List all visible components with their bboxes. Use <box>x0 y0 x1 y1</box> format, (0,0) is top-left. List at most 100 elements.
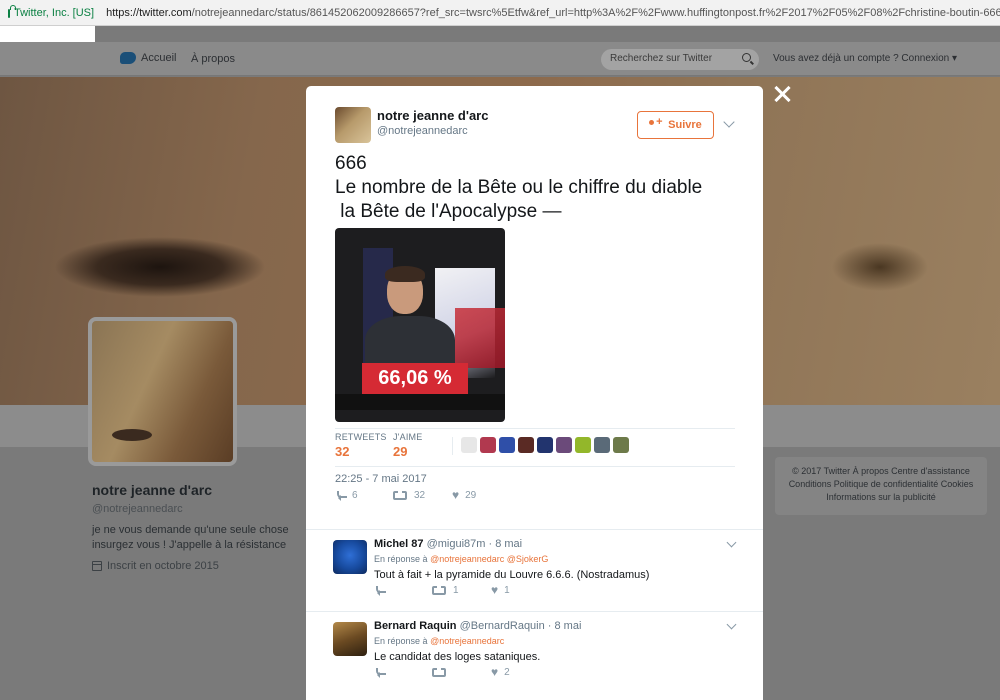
reply-author[interactable]: Bernard Raquin @BernardRaquin · 8 mai <box>374 620 581 632</box>
footer-line[interactable]: Informations sur la publicité <box>781 491 981 504</box>
search-icon[interactable] <box>742 53 751 62</box>
reply-menu-chevron-down-icon[interactable] <box>726 619 737 630</box>
profile-bio-line: insurgez vous ! J'appelle à la résistanc… <box>92 539 287 551</box>
reply-avatar[interactable] <box>333 622 367 656</box>
tweet-media-image[interactable]: 66,06 % <box>335 228 505 422</box>
liker-avatar[interactable] <box>480 437 496 453</box>
reply-tweet[interactable]: Bernard Raquin @BernardRaquin · 8 mai En… <box>306 611 763 700</box>
retweet-button[interactable]: 1 <box>432 585 459 596</box>
retweet-count: 1 <box>453 584 459 596</box>
reply-author-meta: @BernardRaquin · 8 mai <box>459 620 582 632</box>
stats-divider-top <box>335 428 735 429</box>
profile-avatar[interactable] <box>88 317 237 466</box>
liker-avatar[interactable] <box>537 437 553 453</box>
browser-strip <box>0 26 95 42</box>
profile-bio-line: je ne vous demande qu'une seule chose <box>92 524 289 536</box>
profile-bio: je ne vous demande qu'une seule chose in… <box>92 523 292 553</box>
like-count: 1 <box>504 584 510 596</box>
like-count: 29 <box>465 489 477 501</box>
reply-avatar[interactable] <box>333 540 367 574</box>
calendar-icon <box>92 561 102 571</box>
reply-button[interactable]: 6 <box>335 490 358 501</box>
heart-icon: ♥ <box>452 488 460 502</box>
tweet-author-name[interactable]: notre jeanne d'arc <box>377 108 488 123</box>
reply-context: En réponse à @notrejeannedarc <box>374 636 504 646</box>
reply-author-meta: @migui87m · 8 mai <box>426 538 523 550</box>
url-path: /notrejeannedarc/status/8614520620092866… <box>191 6 1000 19</box>
liker-avatar[interactable] <box>613 437 629 453</box>
reply-icon <box>335 491 347 501</box>
liker-avatar[interactable] <box>594 437 610 453</box>
tweet-author-handle[interactable]: @notrejeannedarc <box>377 125 468 137</box>
reply-text: Le candidat des loges sataniques. <box>374 651 541 663</box>
reply-button[interactable] <box>374 586 391 596</box>
reply-mentions[interactable]: @notrejeannedarc @SjokerG <box>430 554 548 564</box>
reply-author-name: Michel 87 <box>374 538 424 550</box>
like-button[interactable]: ♥ 29 <box>452 489 476 501</box>
reply-menu-chevron-down-icon[interactable] <box>726 537 737 548</box>
footer-line[interactable]: Conditions Politique de confidentialité … <box>781 478 981 491</box>
lock-icon <box>8 5 16 18</box>
like-count: 2 <box>504 666 510 678</box>
retweets-stat[interactable]: RETWEETS 32 <box>335 432 387 459</box>
heart-icon: ♥ <box>491 583 499 597</box>
reply-text: Tout à fait + la pyramide du Louvre 6.6.… <box>374 569 650 581</box>
footer-links: © 2017 Twitter À propos Centre d'assista… <box>775 457 987 515</box>
reply-author[interactable]: Michel 87 @migui87m · 8 mai <box>374 538 522 550</box>
liker-avatar[interactable] <box>461 437 477 453</box>
like-button[interactable]: ♥ 2 <box>491 666 510 678</box>
retweets-value: 32 <box>335 444 350 459</box>
liker-avatar[interactable] <box>518 437 534 453</box>
tweet-modal: notre jeanne d'arc @notrejeannedarc Suiv… <box>306 86 763 700</box>
twitter-bird-icon <box>120 52 136 64</box>
follow-person-icon <box>649 116 663 130</box>
retweet-icon <box>432 585 446 595</box>
search-input[interactable]: Recherchez sur Twitter <box>601 49 759 70</box>
tweet-menu-chevron-down-icon[interactable] <box>723 116 735 128</box>
liker-avatar[interactable] <box>556 437 572 453</box>
reply-author-name: Bernard Raquin <box>374 620 457 632</box>
login-link[interactable]: Vous avez déjà un compte ? Connexion ▾ <box>773 53 957 64</box>
likes-value: 29 <box>393 444 408 459</box>
media-percentage-badge: 66,06 % <box>362 363 468 394</box>
profile-joined-label: Inscrit en octobre 2015 <box>107 560 219 572</box>
liker-avatar[interactable] <box>499 437 515 453</box>
top-navigation: Accueil À propos Recherchez sur Twitter … <box>0 42 1000 76</box>
liker-avatar[interactable] <box>575 437 591 453</box>
likes-label: J'AIME <box>393 432 423 442</box>
tweet-date[interactable]: 22:25 - 7 mai 2017 <box>335 473 427 485</box>
reply-count: 6 <box>352 489 358 501</box>
tweet-author-avatar[interactable] <box>335 107 371 143</box>
profile-name[interactable]: notre jeanne d'arc <box>92 482 212 498</box>
close-icon[interactable] <box>772 84 792 104</box>
reply-prefix: En réponse à <box>374 554 428 564</box>
security-label: Twitter, Inc. [US] <box>14 6 95 19</box>
reply-prefix: En réponse à <box>374 636 428 646</box>
reply-button[interactable] <box>374 668 391 678</box>
tweet-text: 666 Le nombre de la Bête ou le chiffre d… <box>335 153 703 222</box>
follow-button-label: Suivre <box>668 119 702 131</box>
likes-stat[interactable]: J'AIME 29 <box>393 432 422 459</box>
retweet-button[interactable] <box>432 667 453 677</box>
reply-mentions[interactable]: @notrejeannedarc <box>430 636 504 646</box>
like-button[interactable]: ♥ 1 <box>491 584 510 596</box>
heart-icon: ♥ <box>491 665 499 679</box>
profile-joined: Inscrit en octobre 2015 <box>92 560 219 572</box>
retweet-icon <box>393 490 407 500</box>
follow-button[interactable]: Suivre <box>637 111 714 139</box>
nav-about-link[interactable]: À propos <box>191 53 235 65</box>
url-host: https://twitter.com <box>106 6 192 19</box>
browser-address-bar[interactable]: Twitter, Inc. [US] https://twitter.com/n… <box>0 0 1000 26</box>
nav-home-link[interactable]: Accueil <box>120 52 176 64</box>
stats-divider-bottom <box>335 466 735 467</box>
retweet-button[interactable]: 32 <box>393 490 425 501</box>
search-placeholder: Recherchez sur Twitter <box>610 53 713 64</box>
url-text[interactable]: https://twitter.com/notrejeannedarc/stat… <box>106 7 1000 19</box>
media-person-hair <box>385 266 425 282</box>
reply-icon <box>374 668 386 678</box>
reply-tweet[interactable]: Michel 87 @migui87m · 8 mai En réponse à… <box>306 529 763 611</box>
reply-icon <box>374 586 386 596</box>
footer-line[interactable]: © 2017 Twitter À propos Centre d'assista… <box>781 465 981 478</box>
reply-context: En réponse à @notrejeannedarc @SjokerG <box>374 554 548 564</box>
profile-handle[interactable]: @notrejeannedarc <box>92 503 183 515</box>
